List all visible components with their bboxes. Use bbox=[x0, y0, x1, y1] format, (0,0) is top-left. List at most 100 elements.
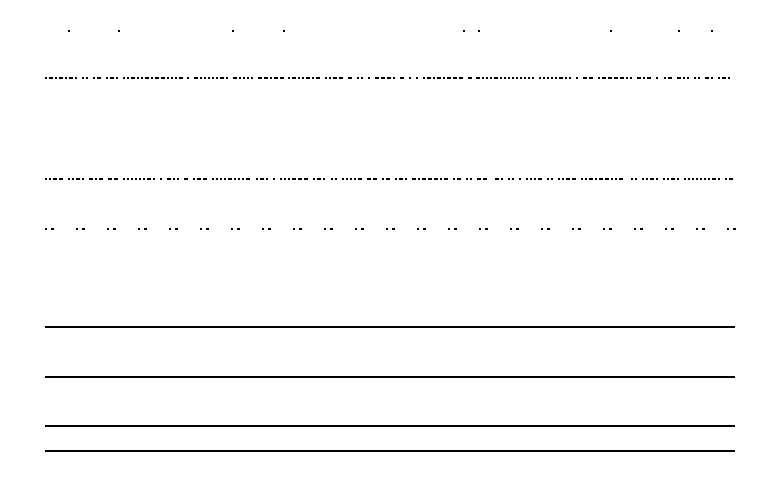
dot-mark bbox=[200, 228, 202, 230]
dot-mark bbox=[76, 228, 78, 230]
dotted-row-top bbox=[0, 30, 779, 33]
dot-mark bbox=[603, 228, 605, 230]
dot-mark bbox=[346, 178, 348, 180]
dot-mark bbox=[614, 77, 618, 79]
dot-mark bbox=[569, 77, 571, 79]
dot-mark bbox=[668, 77, 672, 79]
dot-mark bbox=[534, 178, 536, 180]
dot-mark bbox=[292, 178, 296, 180]
horizontal-rule-4 bbox=[45, 450, 735, 452]
dot-mark bbox=[65, 77, 67, 79]
dot-mark bbox=[143, 178, 145, 180]
dot-mark bbox=[634, 228, 636, 230]
dotted-row-middle bbox=[0, 178, 779, 181]
dot-mark bbox=[698, 77, 700, 79]
dot-mark bbox=[494, 77, 498, 79]
dot-mark bbox=[113, 228, 116, 230]
dot-mark bbox=[99, 178, 103, 180]
dot-mark bbox=[312, 77, 314, 79]
dot-mark bbox=[495, 178, 499, 180]
dot-mark bbox=[508, 178, 510, 180]
dot-mark bbox=[631, 178, 633, 180]
dot-mark bbox=[55, 77, 57, 79]
dot-mark bbox=[283, 30, 285, 32]
dot-mark bbox=[175, 228, 178, 230]
dot-mark bbox=[566, 178, 570, 180]
dot-mark bbox=[572, 228, 574, 230]
dot-mark bbox=[280, 77, 284, 79]
dot-mark bbox=[610, 30, 612, 32]
dot-mark bbox=[448, 228, 450, 230]
dot-mark bbox=[226, 77, 228, 79]
dot-mark bbox=[75, 77, 77, 79]
dotted-row-sparse bbox=[0, 228, 779, 231]
dot-mark bbox=[234, 178, 236, 180]
dot-mark bbox=[412, 178, 416, 180]
dot-mark bbox=[626, 77, 628, 79]
dot-mark bbox=[700, 178, 702, 180]
dot-mark bbox=[123, 77, 125, 79]
dot-mark bbox=[45, 178, 47, 180]
dot-mark bbox=[463, 30, 465, 32]
dot-mark bbox=[220, 77, 224, 79]
dot-mark bbox=[382, 178, 384, 180]
dot-mark bbox=[206, 228, 209, 230]
dot-mark bbox=[486, 77, 488, 79]
dot-mark bbox=[138, 228, 140, 230]
dot-mark bbox=[169, 228, 171, 230]
dot-mark bbox=[510, 228, 512, 230]
dot-mark bbox=[288, 77, 290, 79]
dot-mark bbox=[728, 77, 730, 79]
dot-mark bbox=[59, 178, 63, 180]
dot-mark bbox=[512, 77, 514, 79]
dot-mark bbox=[231, 228, 233, 230]
dot-mark bbox=[262, 228, 264, 230]
dot-mark bbox=[246, 178, 250, 180]
dot-mark bbox=[667, 178, 669, 180]
dot-mark bbox=[107, 228, 109, 230]
dot-mark bbox=[678, 30, 680, 32]
dot-mark bbox=[350, 178, 352, 180]
dot-mark bbox=[524, 77, 526, 79]
dot-mark bbox=[440, 178, 442, 180]
blank-form-canvas bbox=[0, 0, 779, 482]
dot-mark bbox=[541, 228, 543, 230]
dot-mark bbox=[479, 228, 481, 230]
dot-mark bbox=[131, 77, 135, 79]
dot-mark bbox=[212, 178, 214, 180]
dot-mark bbox=[375, 77, 379, 79]
dot-mark bbox=[392, 228, 395, 230]
dot-mark bbox=[454, 228, 457, 230]
dot-mark bbox=[729, 178, 733, 180]
dot-mark bbox=[329, 77, 331, 79]
dot-mark bbox=[304, 178, 308, 180]
dot-mark bbox=[470, 178, 472, 180]
dot-mark bbox=[313, 178, 315, 180]
dot-mark bbox=[69, 77, 73, 79]
dot-mark bbox=[583, 77, 587, 79]
dot-mark bbox=[702, 228, 705, 230]
dot-mark bbox=[292, 77, 296, 79]
dot-mark bbox=[708, 178, 710, 180]
dot-mark bbox=[357, 77, 359, 79]
dot-mark bbox=[266, 178, 268, 180]
dot-mark bbox=[399, 178, 403, 180]
dot-mark bbox=[381, 77, 385, 79]
dot-mark bbox=[647, 77, 651, 79]
dot-mark bbox=[298, 178, 302, 180]
dot-mark bbox=[197, 178, 201, 180]
dot-mark bbox=[280, 178, 282, 180]
dot-mark bbox=[516, 228, 519, 230]
dot-mark bbox=[585, 178, 587, 180]
dot-mark bbox=[671, 178, 675, 180]
dot-mark bbox=[51, 228, 54, 230]
dot-mark bbox=[106, 77, 108, 79]
dot-mark bbox=[619, 178, 623, 180]
dot-mark bbox=[692, 178, 694, 180]
dot-mark bbox=[216, 77, 218, 79]
dot-mark bbox=[477, 178, 481, 180]
dot-mark bbox=[45, 228, 47, 230]
dot-mark bbox=[712, 178, 716, 180]
dot-mark bbox=[483, 178, 487, 180]
dot-mark bbox=[171, 77, 173, 79]
